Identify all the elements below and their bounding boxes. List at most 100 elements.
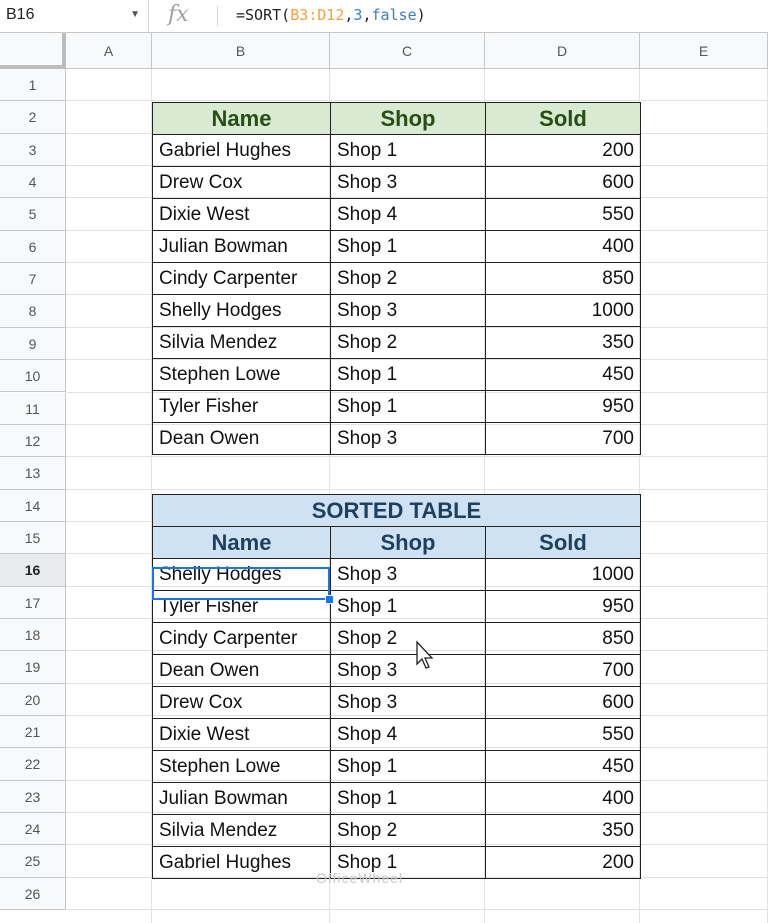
chevron-down-icon[interactable]: ▼ bbox=[130, 9, 140, 20]
name-cell[interactable]: Dean Owen bbox=[152, 422, 331, 455]
column-header-d[interactable]: D bbox=[485, 33, 640, 69]
name-cell[interactable]: Gabriel Hughes bbox=[152, 134, 331, 167]
shop-cell[interactable]: Shop 1 bbox=[330, 750, 486, 783]
shop-cell[interactable]: Shop 2 bbox=[330, 622, 486, 655]
row-header-25[interactable]: 25 bbox=[0, 845, 66, 878]
shop-cell[interactable]: Shop 4 bbox=[330, 198, 486, 231]
sold-cell[interactable]: 550 bbox=[485, 718, 641, 751]
shop-cell[interactable]: Shop 1 bbox=[330, 590, 486, 623]
shop-cell[interactable]: Shop 2 bbox=[330, 814, 486, 847]
name-cell[interactable]: Dixie West bbox=[152, 718, 331, 751]
row-header-3[interactable]: 3 bbox=[0, 133, 66, 167]
name-cell[interactable]: Drew Cox bbox=[152, 166, 331, 199]
row-header-10[interactable]: 10 bbox=[0, 360, 66, 393]
name-cell[interactable]: Silvia Mendez bbox=[152, 326, 331, 359]
row-header-11[interactable]: 11 bbox=[0, 392, 66, 425]
shop-cell[interactable]: Shop 1 bbox=[330, 358, 486, 391]
column-header-e[interactable]: E bbox=[640, 33, 768, 69]
sold-cell[interactable]: 550 bbox=[485, 198, 641, 231]
name-cell[interactable]: Julian Bowman bbox=[152, 230, 331, 263]
sold-cell[interactable]: 850 bbox=[485, 622, 641, 655]
name-cell[interactable]: Dixie West bbox=[152, 198, 331, 231]
shop-cell[interactable]: Shop 4 bbox=[330, 718, 486, 751]
row-header-4[interactable]: 4 bbox=[0, 166, 66, 199]
sold-cell[interactable]: 950 bbox=[485, 590, 641, 623]
row-header-20[interactable]: 20 bbox=[0, 683, 66, 716]
row-header-22[interactable]: 22 bbox=[0, 748, 66, 781]
shop-cell[interactable]: Shop 3 bbox=[330, 294, 486, 327]
header-sold[interactable]: Sold bbox=[485, 526, 641, 559]
fill-handle[interactable] bbox=[325, 595, 334, 604]
shop-cell[interactable]: Shop 2 bbox=[330, 326, 486, 359]
column-header-b[interactable]: B bbox=[152, 33, 330, 69]
name-cell[interactable]: Drew Cox bbox=[152, 686, 331, 719]
name-cell[interactable]: Cindy Carpenter bbox=[152, 622, 331, 655]
name-cell[interactable]: Shelly Hodges bbox=[152, 294, 331, 327]
header-sold[interactable]: Sold bbox=[485, 102, 641, 135]
sold-cell[interactable]: 450 bbox=[485, 358, 641, 391]
row-header-13[interactable]: 13 bbox=[0, 457, 66, 490]
name-cell[interactable]: Cindy Carpenter bbox=[152, 262, 331, 295]
row-header-26[interactable]: 26 bbox=[0, 877, 66, 911]
shop-cell[interactable]: Shop 3 bbox=[330, 686, 486, 719]
header-name[interactable]: Name bbox=[152, 526, 331, 559]
sold-cell[interactable]: 400 bbox=[485, 782, 641, 815]
name-cell[interactable]: Gabriel Hughes bbox=[152, 846, 331, 879]
header-shop[interactable]: Shop bbox=[330, 526, 486, 559]
shop-cell[interactable]: Shop 1 bbox=[330, 782, 486, 815]
shop-cell[interactable]: Shop 1 bbox=[330, 230, 486, 263]
row-header-17[interactable]: 17 bbox=[0, 586, 66, 619]
row-header-19[interactable]: 19 bbox=[0, 651, 66, 684]
row-header-18[interactable]: 18 bbox=[0, 618, 66, 652]
shop-cell[interactable]: Shop 1 bbox=[330, 390, 486, 423]
shop-cell[interactable]: Shop 2 bbox=[330, 262, 486, 295]
row-header-12[interactable]: 12 bbox=[0, 424, 66, 458]
name-cell[interactable]: Dean Owen bbox=[152, 654, 331, 687]
shop-cell[interactable]: Shop 3 bbox=[330, 654, 486, 687]
formula-input[interactable]: =SORT(B3:D12,3,false) bbox=[236, 6, 426, 24]
cell-reference[interactable]: B16 bbox=[6, 6, 34, 24]
row-header-24[interactable]: 24 bbox=[0, 813, 66, 846]
header-name[interactable]: Name bbox=[152, 102, 331, 135]
sold-cell[interactable]: 700 bbox=[485, 654, 641, 687]
row-header-2[interactable]: 2 bbox=[0, 101, 66, 134]
row-header-8[interactable]: 8 bbox=[0, 295, 66, 328]
row-header-7[interactable]: 7 bbox=[0, 263, 66, 296]
sold-cell[interactable]: 200 bbox=[485, 134, 641, 167]
sold-cell[interactable]: 600 bbox=[485, 686, 641, 719]
shop-cell[interactable]: Shop 3 bbox=[330, 166, 486, 199]
sold-cell[interactable]: 1000 bbox=[485, 558, 641, 591]
sold-cell[interactable]: 950 bbox=[485, 390, 641, 423]
name-cell[interactable]: Stephen Lowe bbox=[152, 750, 331, 783]
row-header-23[interactable]: 23 bbox=[0, 780, 66, 814]
sold-cell[interactable]: 850 bbox=[485, 262, 641, 295]
shop-cell[interactable]: Shop 3 bbox=[330, 422, 486, 455]
sold-cell[interactable]: 600 bbox=[485, 166, 641, 199]
row-header-21[interactable]: 21 bbox=[0, 716, 66, 749]
active-cell-selection[interactable] bbox=[152, 567, 330, 600]
sold-cell[interactable]: 400 bbox=[485, 230, 641, 263]
sold-cell[interactable]: 1000 bbox=[485, 294, 641, 327]
row-header-1[interactable]: 1 bbox=[0, 69, 66, 102]
sold-cell[interactable]: 450 bbox=[485, 750, 641, 783]
sold-cell[interactable]: 350 bbox=[485, 814, 641, 847]
name-box[interactable]: B16 ▼ bbox=[0, 0, 149, 32]
row-header-5[interactable]: 5 bbox=[0, 198, 66, 231]
row-header-9[interactable]: 9 bbox=[0, 327, 66, 361]
row-header-6[interactable]: 6 bbox=[0, 230, 66, 264]
name-cell[interactable]: Julian Bowman bbox=[152, 782, 331, 815]
sold-cell[interactable]: 700 bbox=[485, 422, 641, 455]
row-header-16[interactable]: 16 bbox=[0, 554, 66, 587]
select-all-corner[interactable] bbox=[0, 33, 66, 69]
column-header-a[interactable]: A bbox=[66, 33, 152, 69]
column-header-c[interactable]: C bbox=[330, 33, 485, 69]
sold-cell[interactable]: 350 bbox=[485, 326, 641, 359]
name-cell[interactable]: Silvia Mendez bbox=[152, 814, 331, 847]
row-header-15[interactable]: 15 bbox=[0, 521, 66, 555]
name-cell[interactable]: Tyler Fisher bbox=[152, 390, 331, 423]
header-shop[interactable]: Shop bbox=[330, 102, 486, 135]
name-cell[interactable]: Stephen Lowe bbox=[152, 358, 331, 391]
sorted-table-title[interactable]: SORTED TABLE bbox=[152, 494, 641, 527]
row-header-14[interactable]: 14 bbox=[0, 489, 66, 522]
sold-cell[interactable]: 200 bbox=[485, 846, 641, 879]
